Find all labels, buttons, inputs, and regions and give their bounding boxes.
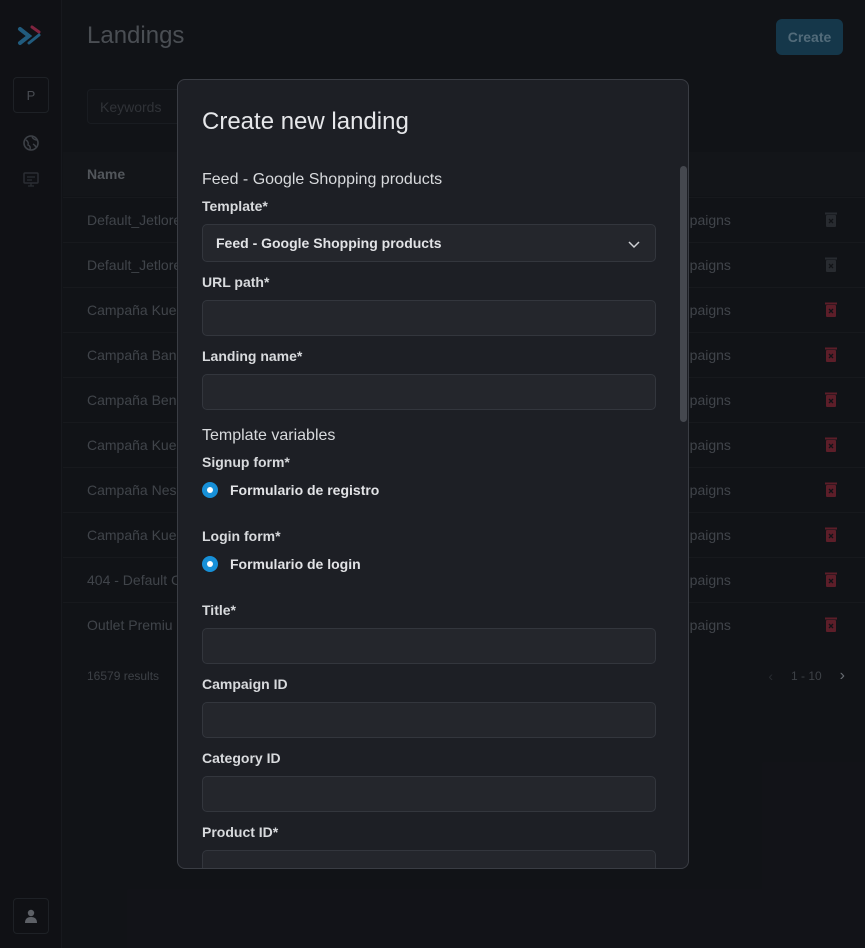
radio-selected-icon[interactable] (202, 556, 218, 572)
url-path-label: URL path* (202, 274, 270, 290)
title-label: Title* (202, 602, 236, 618)
create-landing-modal: Create new landing Feed - Google Shoppin… (177, 79, 689, 869)
modal-scrollbar-thumb[interactable] (680, 166, 687, 422)
title-input[interactable] (202, 628, 656, 664)
login-form-option[interactable]: Formulario de login (202, 556, 361, 572)
login-option-label: Formulario de login (230, 556, 361, 572)
signup-form-option[interactable]: Formulario de registro (202, 482, 379, 498)
signup-option-label: Formulario de registro (230, 482, 380, 498)
login-form-label: Login form* (202, 528, 281, 544)
url-path-input[interactable] (202, 300, 656, 336)
radio-selected-icon[interactable] (202, 482, 218, 498)
template-selected-value: Feed - Google Shopping products (216, 235, 442, 251)
modal-body: Feed - Google Shopping products Template… (178, 164, 678, 868)
section-title: Feed - Google Shopping products (202, 171, 443, 188)
campaign-id-input[interactable] (202, 702, 656, 738)
template-variables-title: Template variables (202, 427, 336, 444)
landing-name-label: Landing name* (202, 348, 303, 364)
campaign-id-label: Campaign ID (202, 676, 288, 692)
signup-form-label: Signup form* (202, 454, 290, 470)
modal-title: Create new landing (202, 108, 409, 135)
product-id-input[interactable] (202, 850, 656, 868)
chevron-down-icon (628, 241, 640, 249)
category-id-label: Category ID (202, 750, 281, 766)
template-label: Template* (202, 198, 268, 214)
landing-name-input[interactable] (202, 374, 656, 410)
category-id-input[interactable] (202, 776, 656, 812)
template-select[interactable]: Feed - Google Shopping products (202, 224, 656, 262)
product-id-label: Product ID* (202, 824, 279, 840)
